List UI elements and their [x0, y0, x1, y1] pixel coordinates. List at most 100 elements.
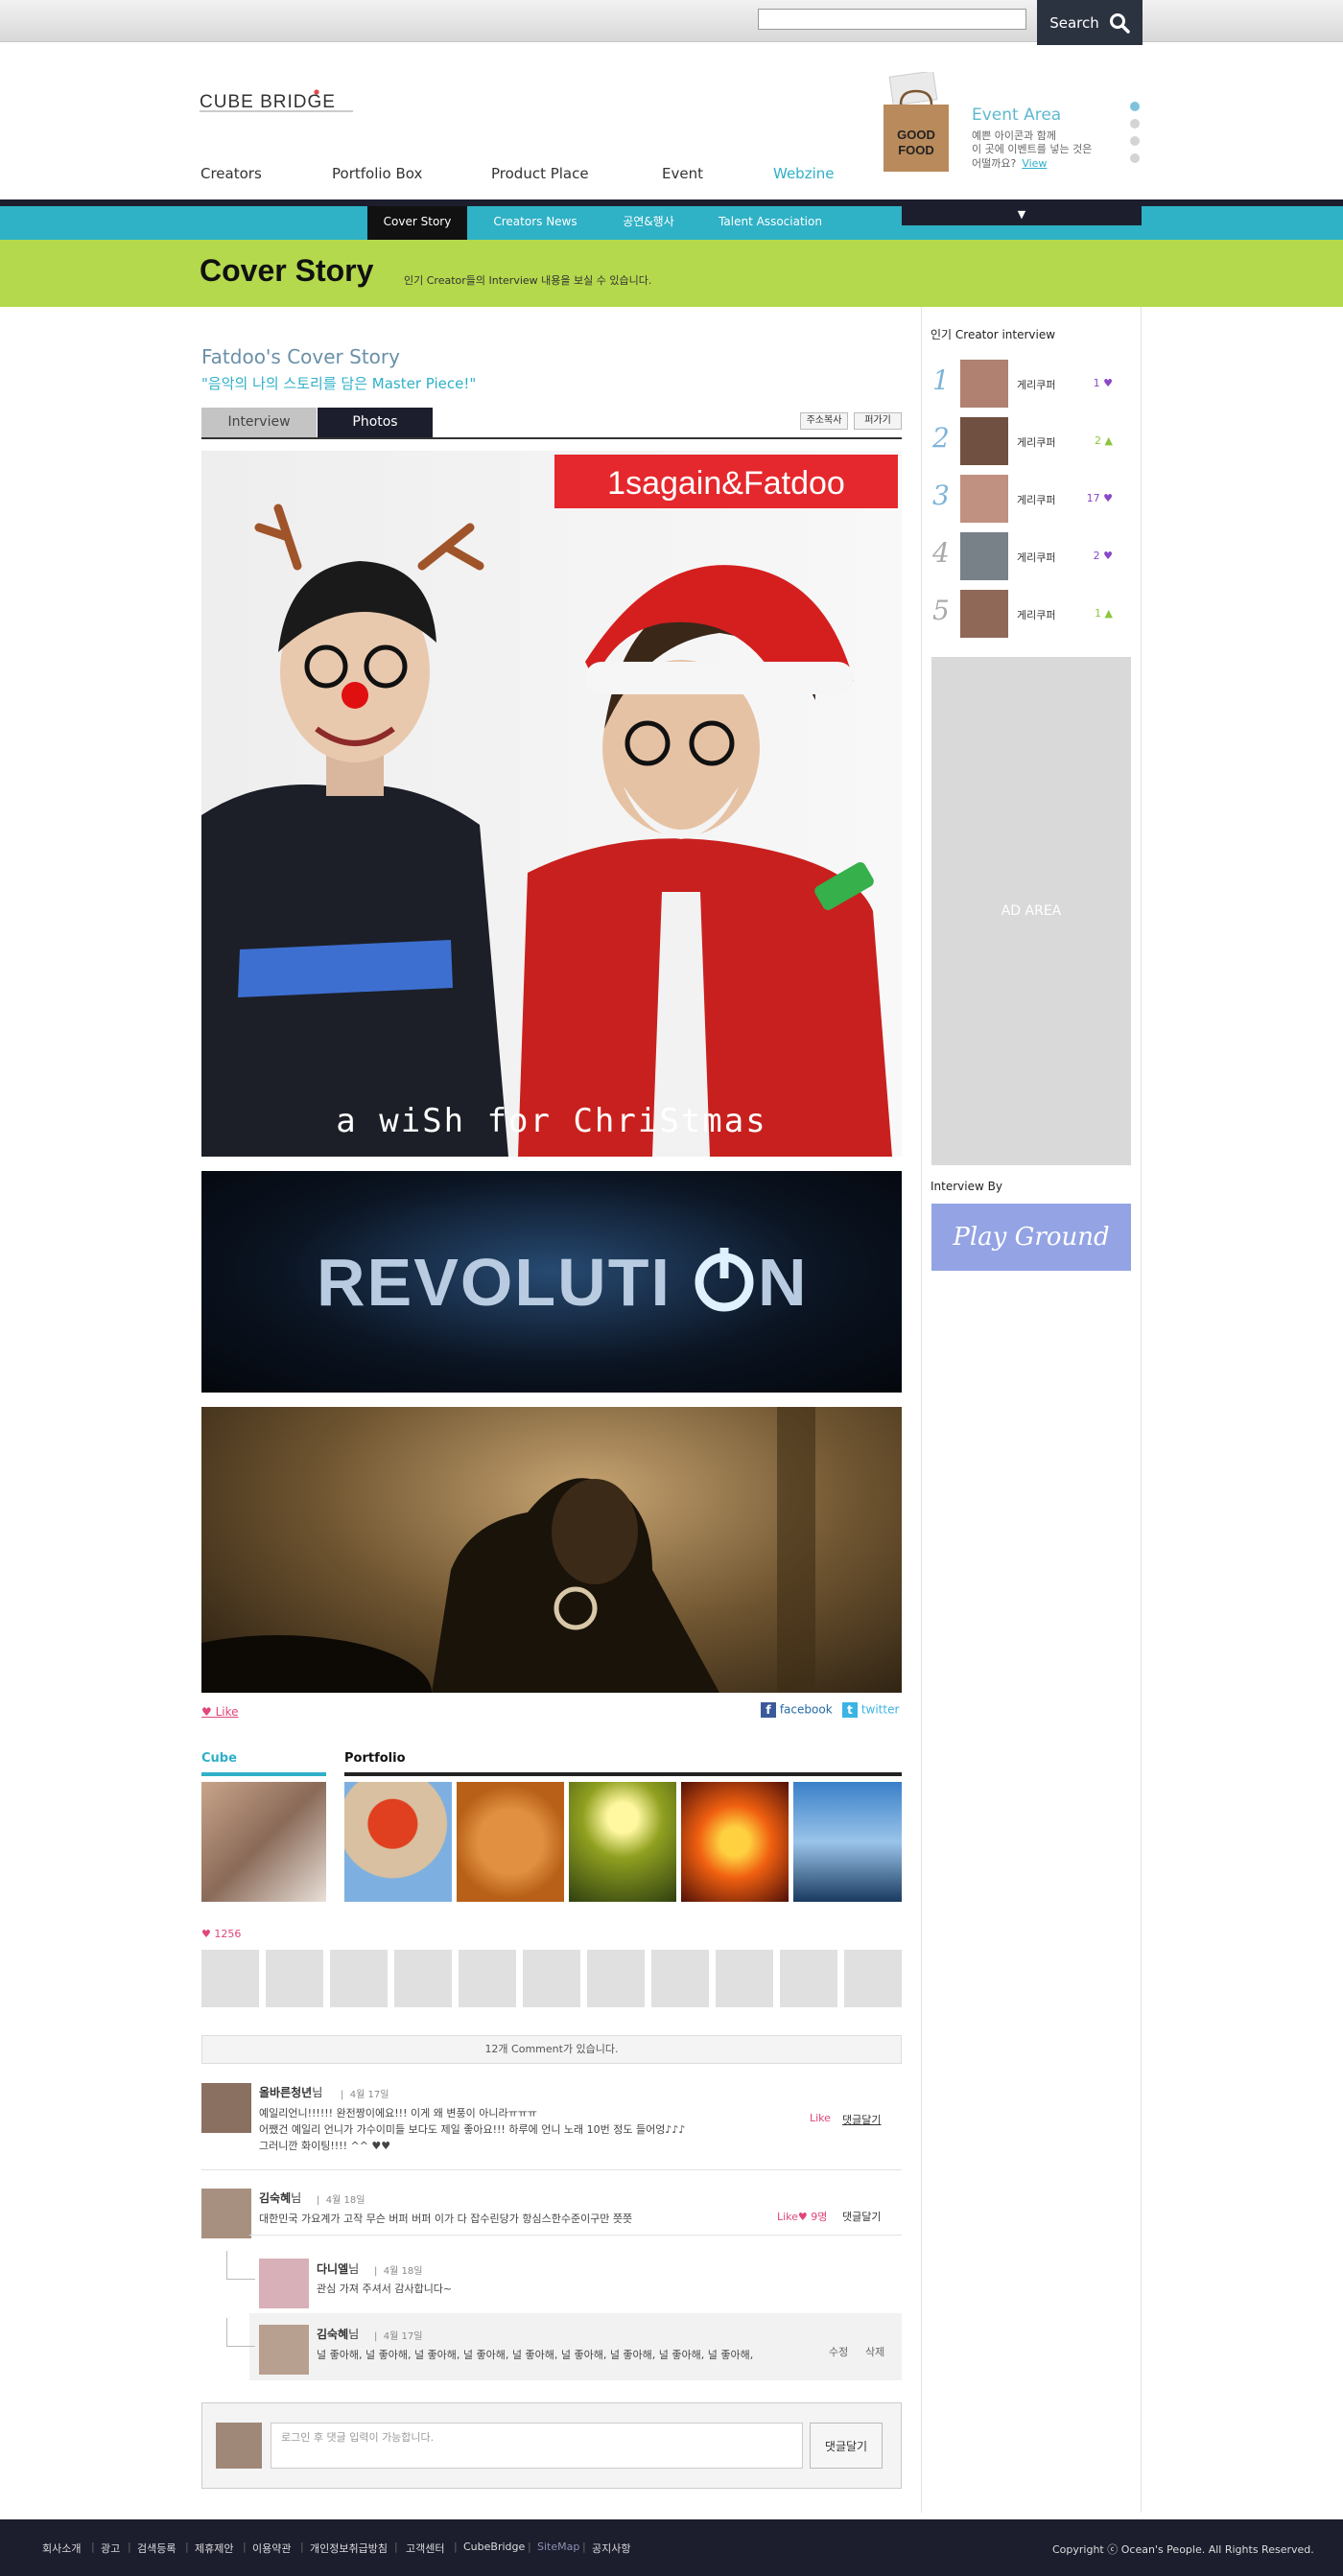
cube-underline: [201, 1772, 326, 1776]
subnav-talent-association[interactable]: Talent Association: [703, 206, 837, 240]
revolution-image: REVOLUTI N: [201, 1171, 902, 1393]
rank-number: 2: [932, 422, 950, 454]
gnb-portfolio-box[interactable]: Portfolio Box: [332, 165, 422, 182]
revolution-text-end: N: [758, 1245, 807, 1320]
good-food-bag-image[interactable]: GOOD FOOD: [878, 70, 954, 176]
portfolio-thumbnail[interactable]: [681, 1782, 789, 1902]
footer-separator: |: [454, 2541, 458, 2553]
comment-reply-button[interactable]: 댓글달기: [842, 2112, 881, 2127]
rank-count: 1 ▲: [1095, 607, 1113, 620]
liker-avatar[interactable]: [330, 1950, 388, 2007]
subnav-cover-story[interactable]: Cover Story: [367, 206, 467, 240]
like-link[interactable]: ♥ Like: [201, 1705, 239, 1719]
liker-avatar[interactable]: [394, 1950, 452, 2007]
cube-thumbnail[interactable]: [201, 1782, 326, 1902]
rank-avatar[interactable]: [960, 590, 1008, 638]
rank-name[interactable]: 게리쿠퍼: [1017, 434, 1055, 450]
comment-submit-button[interactable]: 댓글달기: [810, 2423, 883, 2469]
copyright: Copyright ⓒ Ocean's People. All Rights R…: [1052, 2543, 1314, 2556]
portfolio-thumbnail[interactable]: [569, 1782, 676, 1902]
reply-date: | 4월 18일: [374, 2266, 423, 2277]
rank-name[interactable]: 게리쿠퍼: [1017, 492, 1055, 507]
portfolio-thumbnail[interactable]: [457, 1782, 564, 1902]
event-slide-dot[interactable]: [1130, 153, 1140, 163]
rank-avatar[interactable]: [960, 532, 1008, 580]
footer-link[interactable]: 이용약관: [252, 2541, 291, 2556]
gnb-product-place[interactable]: Product Place: [491, 165, 589, 182]
liker-avatar[interactable]: [716, 1950, 773, 2007]
footer-separator: |: [243, 2541, 247, 2553]
liker-avatar[interactable]: [266, 1950, 323, 2007]
footer-separator: |: [300, 2541, 304, 2553]
copy-url-button[interactable]: 주소복사: [800, 412, 848, 430]
comment-line: 어쨌건 예일리 언니가 가수이미들 보다도 제일 좋아요!!! 하루에 언니 노…: [259, 2123, 686, 2136]
liker-avatar[interactable]: [523, 1950, 580, 2007]
tab-interview[interactable]: Interview: [201, 408, 317, 437]
rank-avatar[interactable]: [960, 417, 1008, 465]
avatar[interactable]: [201, 2083, 251, 2133]
up-arrow-icon: ▲: [1104, 607, 1113, 620]
rank-count: 17 ♥: [1086, 492, 1113, 504]
liker-avatar[interactable]: [780, 1950, 837, 2007]
gnb-event[interactable]: Event: [662, 165, 703, 182]
rank-avatar[interactable]: [960, 360, 1008, 408]
story-subtitle: "음악의 나의 스토리를 담은 Master Piece!": [201, 375, 477, 392]
footer-link[interactable]: 회사소개: [42, 2541, 81, 2556]
portfolio-thumbnail[interactable]: [793, 1782, 902, 1902]
comment-reply-button[interactable]: 댓글달기: [842, 2209, 881, 2224]
logo[interactable]: CUBE BRIDGE: [200, 86, 363, 113]
sidebar: [921, 307, 1142, 2513]
liker-avatar[interactable]: [459, 1950, 516, 2007]
portfolio-thumbnail[interactable]: [344, 1782, 452, 1902]
delete-button[interactable]: 삭제: [865, 2344, 884, 2359]
footer-link[interactable]: CubeBridge: [463, 2541, 525, 2553]
footer-link[interactable]: 제휴제안: [195, 2541, 233, 2556]
tab-photos[interactable]: Photos: [318, 408, 433, 437]
event-line: 어떨까요?: [972, 157, 1017, 170]
svg-text:FOOD: FOOD: [898, 143, 934, 157]
footer-link[interactable]: 개인정보취급방침: [310, 2541, 388, 2556]
subnav-performance-event[interactable]: 공연&행사: [603, 206, 694, 240]
twitter-share[interactable]: t twitter: [842, 1702, 899, 1718]
edit-button[interactable]: 수정: [829, 2344, 848, 2359]
heart-icon: ♥: [1103, 377, 1113, 389]
share-button[interactable]: 퍼가기: [854, 412, 902, 430]
avatar[interactable]: [201, 2189, 251, 2238]
event-slide-dot[interactable]: [1130, 136, 1140, 146]
liker-avatar[interactable]: [651, 1950, 709, 2007]
footer-link[interactable]: 검색등록: [137, 2541, 176, 2556]
ad-area[interactable]: AD AREA: [931, 657, 1131, 1165]
search-button-label: Search: [1049, 13, 1099, 32]
event-slide-dot-active[interactable]: [1130, 102, 1140, 111]
svg-text:GOOD: GOOD: [897, 128, 935, 142]
liker-avatar[interactable]: [201, 1950, 259, 2007]
event-line: 이 곳에 이벤트를 넣는 것은: [972, 143, 1093, 155]
divider: [249, 2235, 902, 2236]
search-button[interactable]: Search: [1037, 0, 1143, 45]
rank-name[interactable]: 게리쿠퍼: [1017, 607, 1055, 622]
footer-link[interactable]: 공지사항: [592, 2541, 630, 2556]
rank-name[interactable]: 게리쿠퍼: [1017, 550, 1055, 565]
avatar[interactable]: [259, 2325, 309, 2375]
footer-link[interactable]: SiteMap: [537, 2541, 579, 2553]
liker-avatar[interactable]: [844, 1950, 902, 2007]
facebook-share[interactable]: f facebook: [761, 1702, 833, 1718]
comment-like-button[interactable]: Like: [810, 2112, 831, 2124]
comment-like-button[interactable]: Like♥ 9명: [777, 2209, 827, 2224]
logo-text: CUBE BRIDGE: [200, 92, 336, 112]
event-view-link[interactable]: View: [1022, 157, 1047, 170]
footer-link[interactable]: 광고: [101, 2541, 120, 2556]
rank-name[interactable]: 게리쿠퍼: [1017, 377, 1055, 392]
rank-avatar[interactable]: [960, 475, 1008, 523]
subnav-dropdown[interactable]: ▼: [902, 206, 1142, 225]
gnb-webzine[interactable]: Webzine: [773, 165, 834, 182]
play-ground-banner[interactable]: Play Ground: [931, 1204, 1131, 1271]
comment-input[interactable]: 로그인 후 댓글 입력이 가능합니다.: [271, 2423, 803, 2469]
search-input[interactable]: [758, 9, 1026, 30]
event-slide-dot[interactable]: [1130, 119, 1140, 129]
gnb-creators[interactable]: Creators: [200, 165, 262, 182]
liker-avatar[interactable]: [587, 1950, 645, 2007]
subnav-creators-news[interactable]: Creators News: [477, 206, 594, 240]
footer-link[interactable]: 고객센터: [406, 2541, 444, 2556]
avatar[interactable]: [259, 2259, 309, 2308]
